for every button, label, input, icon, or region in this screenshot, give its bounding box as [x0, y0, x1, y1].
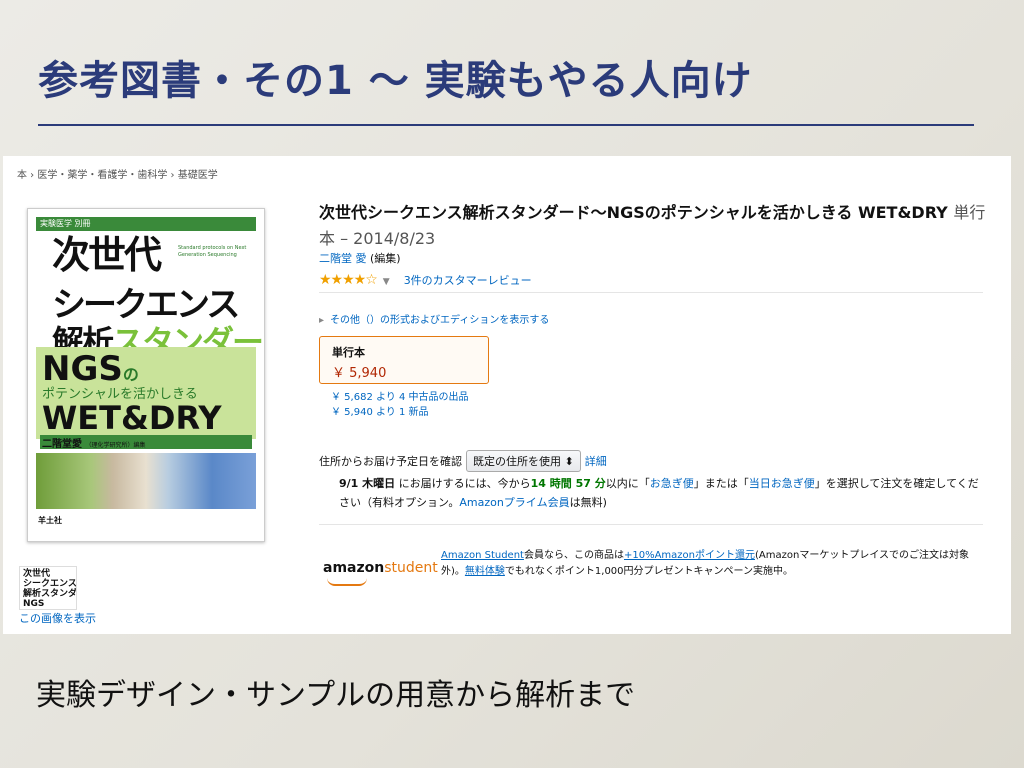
cover-wetdry: WET&DRY — [42, 399, 222, 437]
divider — [319, 292, 983, 293]
cover-title-line1: 次世代 — [52, 233, 162, 277]
sameday-link[interactable]: 当日お急ぎ便 — [749, 477, 815, 490]
offers-list: ￥ 5,682 より 4 中古品の出品 ￥ 5,940 より 1 新品 — [331, 390, 469, 420]
book-cover-image[interactable]: 実験医学 別冊 次世代 Standard protocols on Next G… — [27, 208, 265, 542]
cover-author-name: 二階堂愛 — [42, 439, 82, 450]
shipping-info: 9/1 木曜日 にお届けするには、今から14 時間 57 分以内に「お急ぎ便」ま… — [339, 474, 979, 512]
amazon-product-screenshot: 本 › 医学・薬学・看護学・歯科学 › 基礎医学 実験医学 別冊 次世代 Sta… — [3, 156, 1011, 634]
thumb-line3: 解析スタンダード — [23, 589, 77, 599]
prime-link[interactable]: Amazonプライム会員 — [459, 496, 569, 509]
format-option-hardcover[interactable]: 単行本 ￥ 5,940 — [319, 336, 489, 384]
author-role: (編集) — [370, 252, 401, 265]
student-text3: でもれなくポイント1,000円分プレゼントキャンペーン実施中。 — [504, 566, 794, 577]
slide-title: 参考図書・その1 〜 実験もやる人向け — [38, 58, 753, 104]
author-line: 二階堂 愛 (編集) — [319, 250, 401, 266]
divider — [319, 524, 983, 525]
delivery-date: 9/1 木曜日 — [339, 477, 396, 490]
shipping-text2: 以内に「 — [605, 477, 650, 490]
new-offers-link[interactable]: ￥ 5,940 より 1 新品 — [331, 405, 469, 420]
cover-ngs-no: の — [122, 365, 139, 384]
express-link[interactable]: お急ぎ便 — [650, 477, 694, 490]
logo-student: student — [384, 560, 438, 576]
product-title-text: 次世代シークエンス解析スタンダード〜NGSのポテンシャルを活かしきる WET&D… — [319, 203, 948, 222]
amazon-student-link[interactable]: Amazon Student — [441, 550, 524, 561]
breadcrumb[interactable]: 本 › 医学・薬学・看護学・歯科学 › 基礎医学 — [17, 166, 218, 181]
format-price: ￥ 5,940 — [332, 366, 387, 381]
product-title: 次世代シークエンス解析スタンダード〜NGSのポテンシャルを活かしきる WET&D… — [319, 200, 999, 252]
cover-photos — [36, 453, 256, 509]
delivery-row: 住所からお届け予定日を確認 既定の住所を使用 ⬍ 詳細 — [319, 450, 607, 472]
expand-triangle-icon: ▸ — [319, 315, 325, 326]
cover-thumbnail[interactable]: 次世代 シークエンス 解析スタンダード NGS — [19, 566, 77, 610]
amazon-smile-icon — [327, 578, 367, 586]
free-trial-link[interactable]: 無料体験 — [465, 566, 505, 577]
points-link[interactable]: +10%Amazonポイント還元 — [624, 550, 755, 561]
format-label: 単行本 — [332, 346, 365, 359]
other-editions-text: その他（）の形式およびエディションを表示する — [330, 315, 550, 326]
author-link[interactable]: 二階堂 愛 — [319, 252, 367, 265]
rating-row: ★★★★☆ ▼ 3件のカスタマーレビュー — [319, 272, 532, 288]
address-select[interactable]: 既定の住所を使用 ⬍ — [466, 450, 581, 472]
cover-editor-suffix: （理化学研究所）編集 — [85, 442, 146, 449]
other-editions-link[interactable]: ▸ その他（）の形式およびエディションを表示する — [319, 311, 549, 326]
thumb-line4: NGS — [23, 599, 45, 609]
used-offers-link[interactable]: ￥ 5,682 より 4 中古品の出品 — [331, 390, 469, 405]
logo-amazon: amazon — [323, 560, 385, 576]
select-arrows-icon: ⬍ — [564, 455, 574, 468]
slide-caption: 実験デザイン・サンプルの用意から解析まで — [36, 678, 636, 713]
delivery-label: 住所からお届け予定日を確認 — [319, 455, 462, 468]
thumb-line1: 次世代 — [23, 569, 51, 579]
customer-reviews-link[interactable]: 3件のカスタマーレビュー — [404, 274, 532, 287]
cover-english-subtitle: Standard protocols on Next Generation Se… — [178, 245, 247, 258]
shipping-text5: は無料) — [569, 496, 607, 509]
student-promo-text: Amazon Student会員なら、この商品は+10%Amazonポイント還元… — [441, 548, 986, 580]
shipping-text1: にお届けするには、今から — [398, 477, 531, 490]
countdown: 14 時間 57 分 — [530, 477, 606, 490]
amazon-student-logo[interactable]: amazonstudent — [323, 560, 438, 586]
student-text1: 会員なら、この商品は — [523, 550, 624, 561]
thumb-line2: シークエンス — [23, 579, 77, 589]
view-image-link[interactable]: この画像を表示 — [19, 610, 96, 626]
title-divider — [38, 124, 974, 126]
cover-author: 二階堂愛 （理化学研究所）編集 — [42, 435, 146, 450]
shipping-text3: 」または「 — [693, 477, 749, 490]
details-link[interactable]: 詳細 — [585, 455, 607, 468]
rating-dropdown-icon[interactable]: ▼ — [383, 277, 390, 287]
address-select-value: 既定の住所を使用 — [473, 455, 561, 468]
star-rating-icon[interactable]: ★★★★☆ — [319, 272, 378, 288]
cover-publisher: 羊土社 — [38, 516, 62, 525]
cover-series: 実験医学 別冊 — [40, 219, 91, 228]
